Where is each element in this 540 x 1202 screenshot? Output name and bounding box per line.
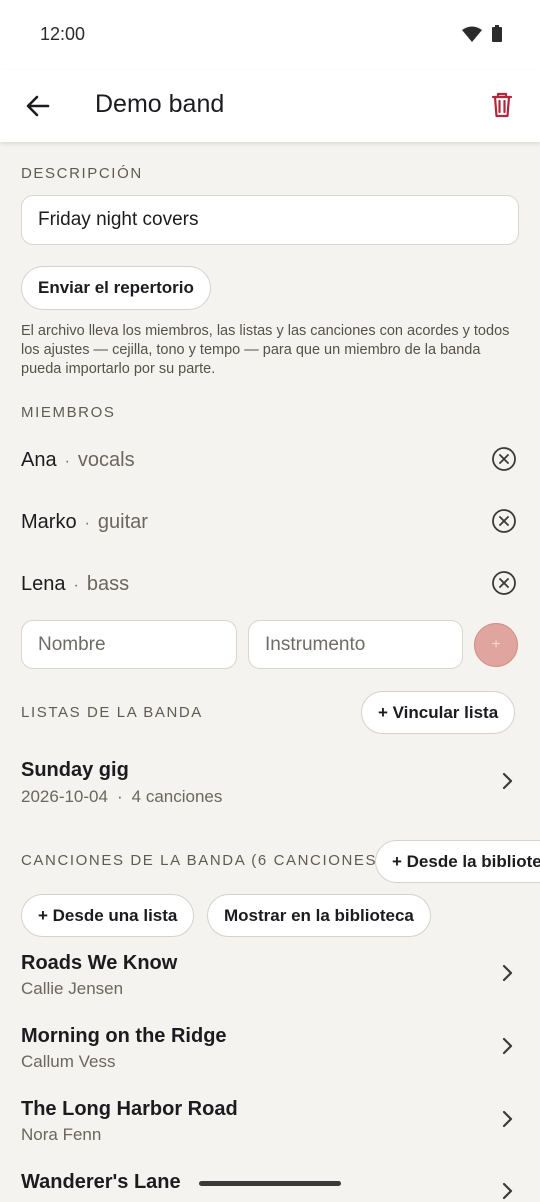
add-member-label: + [491, 636, 501, 653]
member-instrument: bass [86, 573, 130, 595]
gesture-home-bar[interactable] [199, 1181, 341, 1186]
status-icons [462, 25, 502, 42]
page-title: Demo band [95, 90, 225, 118]
back-arrow-icon[interactable] [22, 90, 54, 122]
member-name: Lena [21, 573, 66, 595]
member-instrument: vocals [77, 449, 135, 471]
from-list-label: + Desde una lista [38, 905, 178, 925]
status-bar: 12:00 [0, 0, 540, 70]
app-bar: Demo band [0, 70, 540, 142]
chevron-right-icon [502, 1182, 513, 1200]
member-name-input[interactable]: Nombre [21, 620, 237, 669]
song-title: Morning on the Ridge [21, 1025, 227, 1047]
status-time: 12:00 [40, 24, 86, 44]
chevron-right-icon [502, 1037, 513, 1055]
send-repertoire-label: Enviar el repertorio [38, 278, 194, 297]
member-name: Ana [21, 449, 57, 471]
list-count: 4 canciones [131, 787, 223, 806]
remove-member-icon[interactable] [491, 570, 517, 596]
song-title: The Long Harbor Road [21, 1098, 238, 1120]
song-title: Wanderer's Lane [21, 1171, 181, 1193]
show-in-library-label: Mostrar en la biblioteca [224, 905, 414, 925]
description-value: Friday night covers [38, 209, 199, 230]
add-member-button[interactable]: + [474, 623, 518, 667]
list-meta-separator: · [116, 787, 123, 806]
show-in-library-button[interactable]: Mostrar en la biblioteca [207, 894, 431, 937]
link-list-button[interactable]: + Vincular lista [361, 691, 516, 734]
description-field[interactable]: Friday night covers [21, 195, 519, 245]
song-title: Roads We Know [21, 952, 178, 974]
chevron-right-icon [502, 772, 513, 790]
member-separator: · [73, 577, 79, 594]
from-library-label: + Desde la bibliote [392, 851, 540, 871]
song-artist: Callum Vess [21, 1052, 116, 1071]
member-instrument-input[interactable]: Instrumento [248, 620, 463, 669]
song-artist: Callie Jensen [21, 979, 124, 998]
delete-trash-icon[interactable] [486, 89, 518, 121]
link-list-label: + Vincular lista [378, 702, 499, 722]
wifi-icon [462, 26, 482, 42]
band-lists-label: LISTAS DE LA BANDA [21, 704, 203, 721]
members-label: MIEMBROS [21, 404, 116, 421]
description-label: DESCRIPCIÓN [21, 165, 143, 182]
remove-member-icon[interactable] [491, 508, 517, 534]
chevron-right-icon [502, 964, 513, 982]
member-instrument-placeholder: Instrumento [265, 633, 366, 655]
member-row: Ana · vocals [21, 449, 135, 472]
remove-member-icon[interactable] [491, 446, 517, 472]
song-artist: Nora Fenn [21, 1125, 102, 1144]
member-separator: · [64, 453, 70, 470]
member-row: Marko · guitar [21, 511, 148, 534]
chevron-right-icon [502, 1110, 513, 1128]
list-meta: 2026-10-04 · 4 canciones [21, 787, 222, 807]
band-songs-label: CANCIONES DE LA BANDA (6 CANCIONES) [21, 852, 384, 869]
list-title: Sunday gig [21, 759, 129, 781]
battery-icon [492, 25, 502, 42]
export-helper-text: El archivo lleva los miembros, las lista… [21, 323, 510, 377]
list-date: 2026-10-04 [21, 787, 108, 806]
member-name: Marko [21, 511, 77, 533]
member-separator: · [84, 515, 90, 532]
member-instrument: guitar [97, 511, 148, 533]
member-row: Lena · bass [21, 573, 129, 596]
from-list-button[interactable]: + Desde una lista [21, 894, 195, 937]
from-library-button[interactable]: + Desde la bibliote [375, 840, 540, 883]
member-name-placeholder: Nombre [38, 633, 106, 655]
send-repertoire-button[interactable]: Enviar el repertorio [21, 266, 211, 310]
